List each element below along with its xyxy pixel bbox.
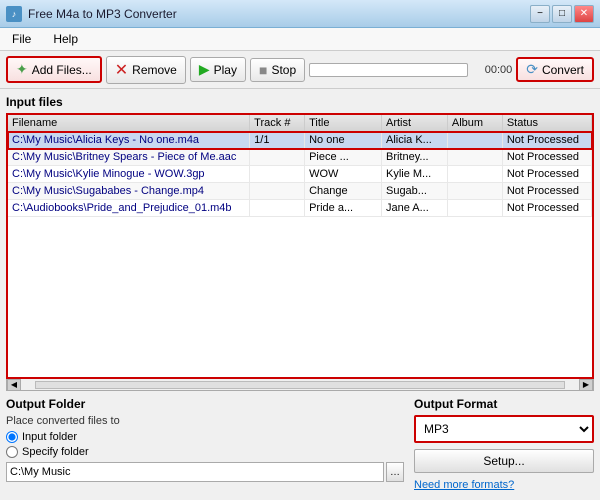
convert-button[interactable]: ⟳ Convert <box>516 57 594 82</box>
scroll-left-btn[interactable]: ◀ <box>7 379 21 391</box>
toolbar: ✦ Add Files... ✕ Remove ▶ Play ■ Stop 00… <box>0 51 600 89</box>
col-album: Album <box>447 115 502 132</box>
col-status: Status <box>502 115 591 132</box>
convert-icon: ⟳ <box>526 61 538 78</box>
progress-area: 00:00 <box>309 63 512 77</box>
window-controls: − □ ✕ <box>530 5 594 23</box>
radio-group: Input folder Specify folder <box>6 431 404 458</box>
remove-button[interactable]: ✕ Remove <box>106 56 186 84</box>
stop-button[interactable]: ■ Stop <box>250 58 305 82</box>
radio-input-folder[interactable]: Input folder <box>6 431 404 443</box>
close-button[interactable]: ✕ <box>574 5 594 23</box>
table-header-row: Filename Track # Title Artist Album Stat… <box>8 115 592 132</box>
radio-specify-folder-input[interactable] <box>6 446 18 458</box>
format-select-container: MP3AACWAVOGGFLAC <box>414 415 594 443</box>
folder-path-input[interactable] <box>6 462 384 482</box>
add-icon: ✦ <box>16 61 28 78</box>
radio-specify-folder-label: Specify folder <box>22 446 89 458</box>
output-folder-section: Output Folder Place converted files to I… <box>6 397 404 491</box>
table-row[interactable]: C:\My Music\Kylie Minogue - WOW.3gpWOWKy… <box>8 166 592 183</box>
bottom-section: Output Folder Place converted files to I… <box>6 397 594 491</box>
format-select[interactable]: MP3AACWAVOGGFLAC <box>416 417 592 441</box>
minimize-button[interactable]: − <box>530 5 550 23</box>
output-folder-subtitle: Place converted files to <box>6 415 404 427</box>
stop-icon: ■ <box>259 62 267 78</box>
scroll-right-btn[interactable]: ▶ <box>579 379 593 391</box>
horizontal-scrollbar[interactable]: ◀ ▶ <box>6 379 594 391</box>
output-format-section: Output Format MP3AACWAVOGGFLAC Setup... … <box>414 397 594 491</box>
col-track: Track # <box>250 115 305 132</box>
progress-bar <box>309 63 468 77</box>
folder-browse-button[interactable]: … <box>386 462 404 482</box>
main-content: Input files Filename Track # Title Artis… <box>0 89 600 497</box>
col-artist: Artist <box>381 115 447 132</box>
col-filename: Filename <box>8 115 250 132</box>
play-button[interactable]: ▶ Play <box>190 57 246 82</box>
title-bar: ♪ Free M4a to MP3 Converter − □ ✕ <box>0 0 600 28</box>
scroll-track <box>35 381 565 389</box>
menu-bar: File Help <box>0 28 600 51</box>
app-icon: ♪ <box>6 6 22 22</box>
col-title: Title <box>305 115 382 132</box>
table-row[interactable]: C:\Audiobooks\Pride_and_Prejudice_01.m4b… <box>8 200 592 217</box>
output-format-title: Output Format <box>414 397 594 411</box>
folder-input-container: … <box>6 462 404 482</box>
window-title: Free M4a to MP3 Converter <box>28 7 530 21</box>
maximize-button[interactable]: □ <box>552 5 572 23</box>
setup-button[interactable]: Setup... <box>414 449 594 473</box>
time-display: 00:00 <box>474 64 512 76</box>
file-table-container: Filename Track # Title Artist Album Stat… <box>6 113 594 379</box>
table-row[interactable]: C:\My Music\Alicia Keys - No one.m4a1/1N… <box>8 132 592 149</box>
play-icon: ▶ <box>199 61 210 78</box>
input-files-title: Input files <box>6 95 594 109</box>
radio-specify-folder[interactable]: Specify folder <box>6 446 404 458</box>
table-row[interactable]: C:\My Music\Britney Spears - Piece of Me… <box>8 149 592 166</box>
menu-help[interactable]: Help <box>47 30 84 48</box>
more-formats-link[interactable]: Need more formats? <box>414 479 514 491</box>
radio-input-folder-input[interactable] <box>6 431 18 443</box>
remove-icon: ✕ <box>115 60 128 80</box>
file-table: Filename Track # Title Artist Album Stat… <box>8 115 592 217</box>
table-row[interactable]: C:\My Music\Sugababes - Change.mp4Change… <box>8 183 592 200</box>
add-files-button[interactable]: ✦ Add Files... <box>6 56 102 83</box>
radio-input-folder-label: Input folder <box>22 431 77 443</box>
output-folder-title: Output Folder <box>6 397 404 411</box>
menu-file[interactable]: File <box>6 30 37 48</box>
